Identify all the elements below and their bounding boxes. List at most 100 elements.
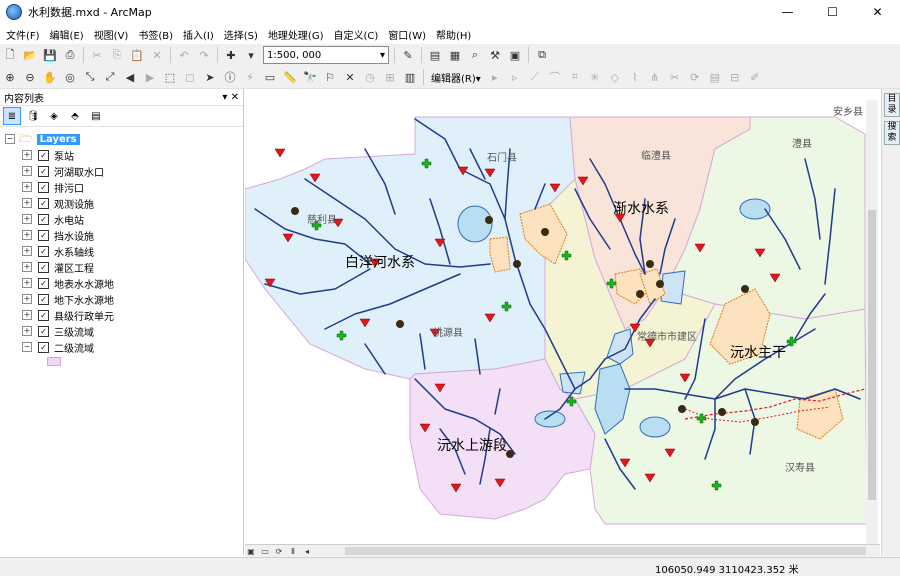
layer-label[interactable]: 三级流域 bbox=[54, 324, 94, 339]
save-icon[interactable]: 💾 bbox=[41, 46, 59, 64]
menu-view[interactable]: 视图(V) bbox=[90, 27, 133, 42]
attributes-icon[interactable]: ▤ bbox=[706, 68, 724, 86]
layer-visibility-checkbox[interactable]: ✓ bbox=[38, 229, 49, 241]
expand-icon[interactable]: + bbox=[22, 230, 32, 240]
sketch-properties-icon[interactable]: ⊟ bbox=[726, 68, 744, 86]
edit-annotation-icon[interactable]: ▹ bbox=[506, 68, 524, 86]
expand-icon[interactable]: + bbox=[22, 294, 32, 304]
data-view-icon[interactable]: ▣ bbox=[245, 546, 257, 557]
menu-help[interactable]: 帮助(H) bbox=[432, 27, 475, 42]
collapse-icon[interactable]: − bbox=[5, 134, 15, 144]
chevron-down-icon[interactable]: ▾ bbox=[380, 50, 385, 61]
zoom-in-icon[interactable]: ⊕ bbox=[1, 68, 19, 86]
hydropower-marker[interactable] bbox=[541, 228, 549, 236]
expand-icon[interactable]: + bbox=[22, 150, 32, 160]
layer-label[interactable]: 灌区工程 bbox=[54, 260, 94, 275]
layer-visibility-checkbox[interactable]: ✓ bbox=[38, 181, 49, 193]
map-canvas[interactable]: 安乡县 澧县 临澧县 石门县 慈利县 桃源县 常德市市建区 汉寿县 白洋河水系 … bbox=[245, 89, 880, 544]
hydropower-marker[interactable] bbox=[513, 260, 521, 268]
layout-view-toggle-icon[interactable]: ▭ bbox=[259, 546, 271, 557]
select-features-icon[interactable]: ⬚ bbox=[161, 68, 179, 86]
horizontal-scrollbar[interactable] bbox=[345, 547, 866, 555]
model-builder-icon[interactable]: ⧉ bbox=[533, 46, 551, 64]
expand-icon[interactable]: + bbox=[22, 198, 32, 208]
layer-item[interactable]: + ✓ 河湖取水口 bbox=[22, 163, 243, 179]
layer-item[interactable]: + ✓ 水电站 bbox=[22, 211, 243, 227]
expand-icon[interactable]: + bbox=[22, 246, 32, 256]
hydropower-marker[interactable] bbox=[741, 285, 749, 293]
forward-arrow-icon[interactable]: ▶ bbox=[141, 68, 159, 86]
hyperlink-icon[interactable]: ⚡ bbox=[241, 68, 259, 86]
layer-label[interactable]: 县级行政单元 bbox=[54, 308, 114, 323]
paste-icon[interactable]: 📋 bbox=[128, 46, 146, 64]
layer-label[interactable]: 水电站 bbox=[54, 212, 84, 227]
menu-bookmarks[interactable]: 书签(B) bbox=[134, 27, 177, 42]
hydropower-marker[interactable] bbox=[656, 280, 664, 288]
add-data-icon[interactable]: ✚ bbox=[222, 46, 240, 64]
pause-drawing-icon[interactable]: Ⅱ bbox=[287, 546, 299, 557]
hydropower-marker[interactable] bbox=[291, 207, 299, 215]
toc-options-icon[interactable]: ▤ bbox=[87, 107, 105, 125]
layer-label[interactable]: 挡水设施 bbox=[54, 228, 94, 243]
find-route-icon[interactable]: ⚐ bbox=[321, 68, 339, 86]
expand-icon[interactable]: + bbox=[22, 182, 32, 192]
list-by-visibility-icon[interactable]: ◈ bbox=[45, 107, 63, 125]
print-icon[interactable]: ⎙ bbox=[61, 46, 79, 64]
menu-insert[interactable]: 插入(I) bbox=[179, 27, 218, 42]
layer-item[interactable]: + ✓ 泵站 bbox=[22, 147, 243, 163]
create-features-icon[interactable]: ✐ bbox=[746, 68, 764, 86]
vertical-scroll-thumb[interactable] bbox=[868, 210, 876, 500]
layer-item[interactable]: + ✓ 县级行政单元 bbox=[22, 307, 243, 323]
arctoolbox-icon[interactable]: ⚒ bbox=[486, 46, 504, 64]
point-icon[interactable]: ✳ bbox=[586, 68, 604, 86]
expand-icon[interactable]: + bbox=[22, 214, 32, 224]
end-point-arc-icon[interactable]: ⌒ bbox=[546, 68, 564, 86]
close-button[interactable]: ✕ bbox=[855, 0, 900, 24]
layer-label[interactable]: 排污口 bbox=[54, 180, 84, 195]
html-popup-icon[interactable]: ▭ bbox=[261, 68, 279, 86]
layer-item[interactable]: + ✓ 地表水水源地 bbox=[22, 275, 243, 291]
layer-item[interactable]: + ✓ 观测设施 bbox=[22, 195, 243, 211]
layer-visibility-checkbox[interactable]: ✓ bbox=[38, 149, 49, 161]
reshape-icon[interactable]: ⌇ bbox=[626, 68, 644, 86]
hydropower-marker[interactable] bbox=[751, 418, 759, 426]
viewer-window-icon[interactable]: ⊞ bbox=[381, 68, 399, 86]
layers-root[interactable]: − 🗁 Layers bbox=[5, 131, 243, 147]
catalog-window-icon[interactable]: ▦ bbox=[446, 46, 464, 64]
layer-label[interactable]: 河湖取水口 bbox=[54, 164, 104, 179]
edit-tool-icon[interactable]: ▸ bbox=[486, 68, 504, 86]
minimize-button[interactable]: — bbox=[765, 0, 810, 24]
search-dock-tab[interactable]: 搜索 bbox=[884, 121, 900, 145]
layer-visibility-checkbox[interactable]: ✓ bbox=[38, 245, 49, 257]
editor-menu-button[interactable]: 编辑器(R)▾ bbox=[427, 68, 485, 86]
maximize-button[interactable]: ☐ bbox=[810, 0, 855, 24]
go-to-xy-icon[interactable]: ✕ bbox=[341, 68, 359, 86]
layer-visibility-checkbox[interactable]: ✓ bbox=[38, 213, 49, 225]
copy-icon[interactable]: ⎘ bbox=[108, 46, 126, 64]
list-by-source-icon[interactable]: 🛢 bbox=[24, 107, 42, 125]
hydropower-marker[interactable] bbox=[678, 405, 686, 413]
layer-visibility-checkbox[interactable]: ✓ bbox=[38, 341, 49, 353]
toc-pin-close-icon[interactable]: ▾ ✕ bbox=[222, 92, 239, 103]
layer-label[interactable]: 观测设施 bbox=[54, 196, 94, 211]
trace-icon[interactable]: ⌗ bbox=[566, 68, 584, 86]
layer-item[interactable]: + ✓ 灌区工程 bbox=[22, 259, 243, 275]
new-document-icon[interactable]: 🗋 bbox=[1, 46, 19, 64]
layer-label[interactable]: 二级流域 bbox=[54, 340, 94, 355]
layer-item[interactable]: + ✓ 地下水水源地 bbox=[22, 291, 243, 307]
select-elements-icon[interactable]: ➤ bbox=[201, 68, 219, 86]
hydropower-marker[interactable] bbox=[396, 320, 404, 328]
python-window-icon[interactable]: ▣ bbox=[506, 46, 524, 64]
expand-icon[interactable]: + bbox=[22, 326, 32, 336]
hydropower-marker[interactable] bbox=[646, 260, 654, 268]
cut-polygons-icon[interactable]: ⋔ bbox=[646, 68, 664, 86]
layer-visibility-checkbox[interactable]: ✓ bbox=[38, 165, 49, 177]
find-binoculars-icon[interactable]: 🔭 bbox=[301, 68, 319, 86]
expand-icon[interactable]: + bbox=[22, 262, 32, 272]
layout-view-icon[interactable]: ▥ bbox=[401, 68, 419, 86]
hydropower-marker[interactable] bbox=[485, 216, 493, 224]
rotate-icon[interactable]: ⟳ bbox=[686, 68, 704, 86]
layer-visibility-checkbox[interactable]: ✓ bbox=[38, 293, 49, 305]
menu-file[interactable]: 文件(F) bbox=[2, 27, 44, 42]
full-extent-icon[interactable]: ◎ bbox=[61, 68, 79, 86]
